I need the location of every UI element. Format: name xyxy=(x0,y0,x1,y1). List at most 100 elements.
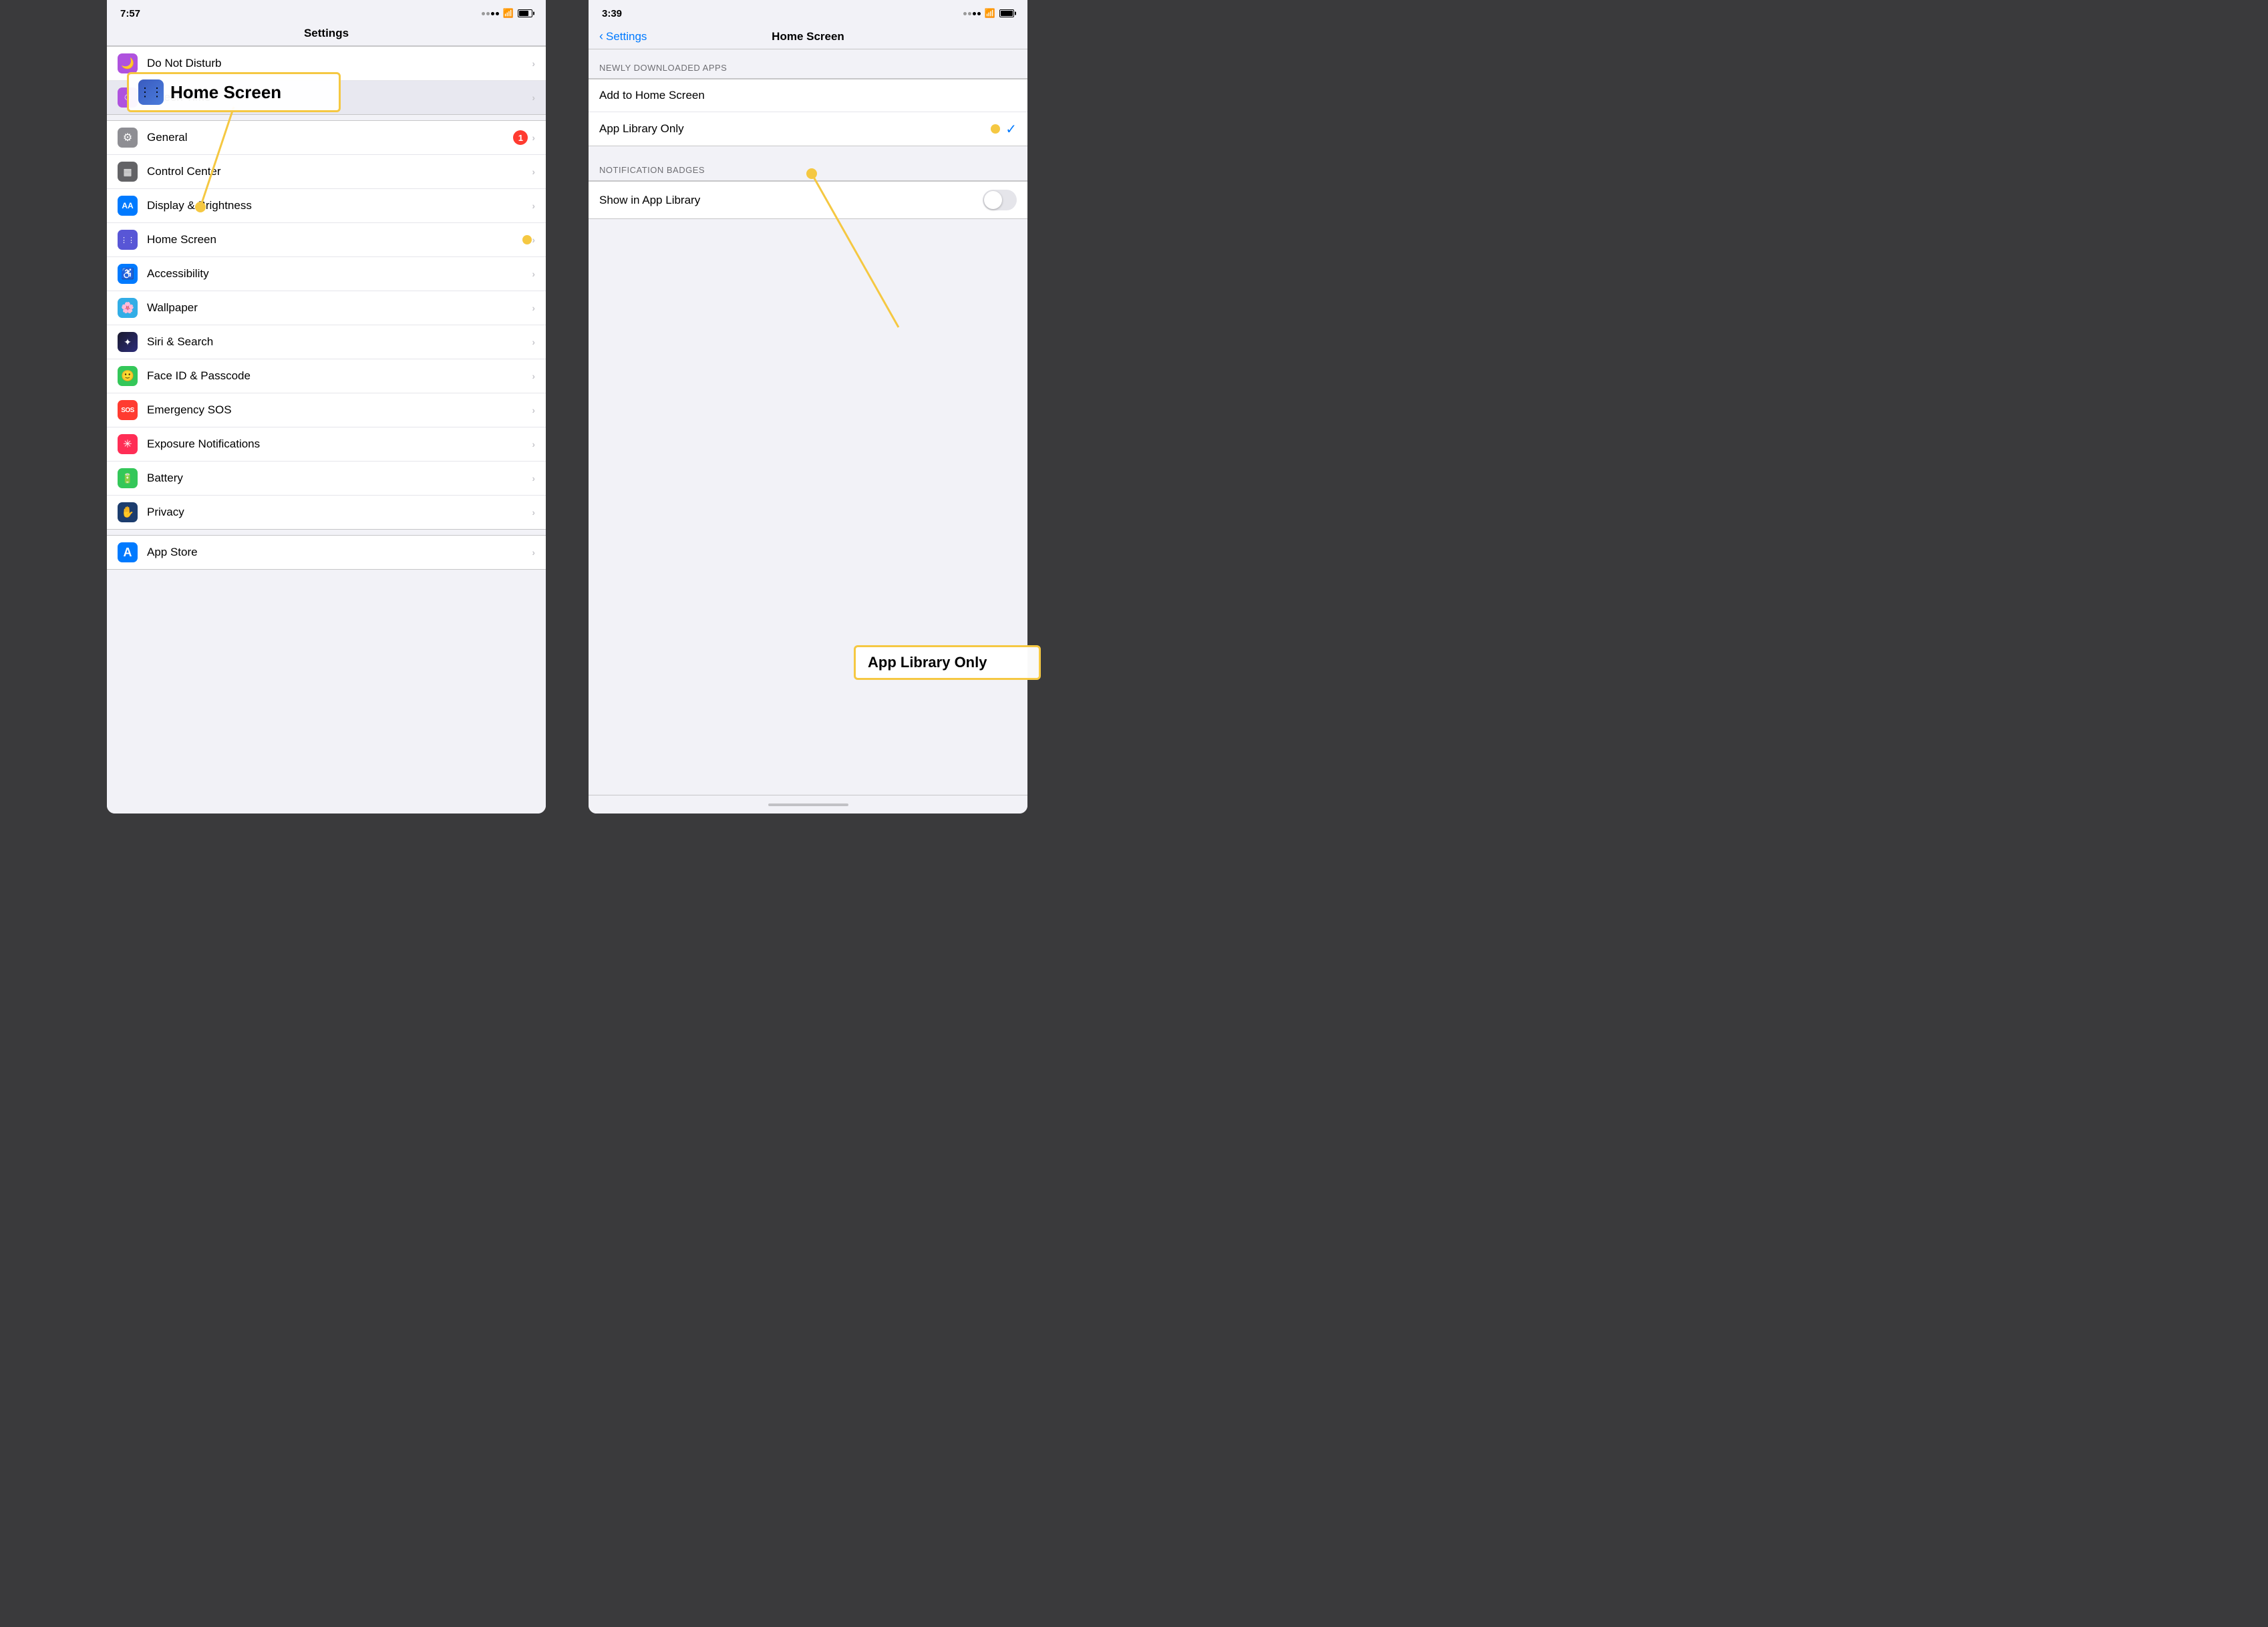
status-bar-right: 3:39 📶 xyxy=(589,0,1027,24)
face-id-label: Face ID & Passcode xyxy=(147,369,532,383)
dot1 xyxy=(482,12,485,15)
home-screen-icon: ⋮⋮ xyxy=(118,230,138,250)
right-content[interactable]: NEWLY DOWNLOADED APPS Add to Home Screen… xyxy=(589,49,1027,795)
row-privacy[interactable]: ✋ Privacy › xyxy=(107,496,546,529)
emergency-sos-label: Emergency SOS xyxy=(147,403,532,417)
row-home-screen[interactable]: ⋮⋮ Home Screen › xyxy=(107,223,546,257)
highlight-icon-home: ⋮⋮ xyxy=(138,79,164,105)
chevron-face-id: › xyxy=(532,371,535,381)
row-app-library-only[interactable]: App Library Only ✓ xyxy=(589,112,1027,146)
chevron-privacy: › xyxy=(532,507,535,518)
row-general[interactable]: ⚙ General 1 › xyxy=(107,121,546,155)
battery-fill-left xyxy=(519,11,528,16)
general-badge: 1 xyxy=(513,130,528,145)
row-wallpaper[interactable]: 🌸 Wallpaper › xyxy=(107,291,546,325)
chevron-accessibility: › xyxy=(532,268,535,279)
face-id-icon: 🙂 xyxy=(118,366,138,386)
settings-list[interactable]: 🌙 Do Not Disturb › ⏱ Screen Time › ⚙ Gen… xyxy=(107,46,546,814)
right-page-title: Home Screen xyxy=(772,30,844,43)
app-library-only-annotation: App Library Only xyxy=(854,645,1041,680)
dot3 xyxy=(491,12,494,15)
row-exposure-notifications[interactable]: ✳ Exposure Notifications › xyxy=(107,427,546,462)
section-notification-badges: Show in App Library xyxy=(589,180,1027,219)
do-not-disturb-icon: 🌙 xyxy=(118,53,138,73)
display-brightness-label: Display & Brightness xyxy=(147,199,532,212)
app-library-checkmark: ✓ xyxy=(1005,121,1017,138)
app-store-icon: A xyxy=(118,542,138,562)
right-phone-panel: 3:39 📶 ‹ Settings Home Screen xyxy=(589,0,1027,814)
wifi-icon-left: 📶 xyxy=(503,8,514,19)
row-battery[interactable]: 🔋 Battery › xyxy=(107,462,546,496)
privacy-label: Privacy xyxy=(147,506,532,519)
row-emergency-sos[interactable]: SOS Emergency SOS › xyxy=(107,393,546,427)
nav-back-label: Settings xyxy=(606,30,647,43)
show-in-app-library-label: Show in App Library xyxy=(599,194,983,207)
section-header-notification-badges: NOTIFICATION BADGES xyxy=(589,152,1027,180)
battery-label: Battery xyxy=(147,472,532,485)
app-library-only-label: App Library Only xyxy=(599,122,987,136)
chevron-control-center: › xyxy=(532,166,535,177)
section-bottom: A App Store › xyxy=(107,535,546,570)
dot4 xyxy=(496,12,499,15)
row-display-brightness[interactable]: AA Display & Brightness › xyxy=(107,189,546,223)
home-indicator-right xyxy=(768,803,848,806)
wifi-icon-right: 📶 xyxy=(985,8,995,19)
row-accessibility[interactable]: ♿ Accessibility › xyxy=(107,257,546,291)
rdot4 xyxy=(977,12,981,15)
home-screen-highlight-box: ⋮⋮ Home Screen xyxy=(127,72,341,112)
nav-bar-right: ‹ Settings Home Screen xyxy=(589,24,1027,49)
display-brightness-icon: AA xyxy=(118,196,138,216)
general-icon: ⚙ xyxy=(118,128,138,148)
rdot2 xyxy=(968,12,971,15)
app-library-dot-marker xyxy=(991,124,1000,134)
nav-title-left: Settings xyxy=(304,27,349,39)
row-add-to-home-screen[interactable]: Add to Home Screen xyxy=(589,79,1027,112)
row-app-store[interactable]: A App Store › xyxy=(107,536,546,569)
chevron-battery: › xyxy=(532,473,535,484)
nav-bar-left: Settings xyxy=(107,24,546,46)
home-screen-dot-marker xyxy=(522,235,532,244)
exposure-notifications-label: Exposure Notifications xyxy=(147,437,532,451)
accessibility-label: Accessibility xyxy=(147,267,532,281)
general-label: General xyxy=(147,131,513,144)
highlight-home-screen-text: Home Screen xyxy=(170,82,281,103)
do-not-disturb-label: Do Not Disturb xyxy=(147,57,532,70)
rdot1 xyxy=(963,12,967,15)
right-phone-wrapper: 3:39 📶 ‹ Settings Home Screen xyxy=(578,0,1081,814)
siri-search-label: Siri & Search xyxy=(147,335,532,349)
back-chevron-icon: ‹ xyxy=(599,29,603,43)
show-in-app-library-toggle[interactable] xyxy=(983,190,1017,210)
emergency-sos-icon: SOS xyxy=(118,400,138,420)
section-main: ⚙ General 1 › ▦ Control Center › AA Disp… xyxy=(107,120,546,530)
battery-icon-left xyxy=(518,9,532,17)
chevron-siri: › xyxy=(532,337,535,347)
chevron-app-store: › xyxy=(532,547,535,558)
row-control-center[interactable]: ▦ Control Center › xyxy=(107,155,546,189)
control-center-label: Control Center xyxy=(147,165,532,178)
row-face-id[interactable]: 🙂 Face ID & Passcode › xyxy=(107,359,546,393)
status-time-right: 3:39 xyxy=(602,8,622,19)
chevron-home-screen: › xyxy=(532,234,535,245)
chevron-wallpaper: › xyxy=(532,303,535,313)
toggle-thumb xyxy=(984,191,1002,209)
row-siri-search[interactable]: ✦ Siri & Search › xyxy=(107,325,546,359)
privacy-icon: ✋ xyxy=(118,502,138,522)
section-header-newly-downloaded: NEWLY DOWNLOADED APPS xyxy=(589,49,1027,78)
dot2 xyxy=(486,12,490,15)
chevron-general: › xyxy=(532,132,535,143)
wallpaper-label: Wallpaper xyxy=(147,301,532,315)
control-center-icon: ▦ xyxy=(118,162,138,182)
nav-back-button[interactable]: ‹ Settings xyxy=(599,29,647,43)
app-store-label: App Store xyxy=(147,546,532,559)
wallpaper-icon: 🌸 xyxy=(118,298,138,318)
chevron-do-not-disturb: › xyxy=(532,58,535,69)
battery-fill-right xyxy=(1001,11,1013,16)
signal-dots-right xyxy=(963,12,981,15)
battery-settings-icon: 🔋 xyxy=(118,468,138,488)
chevron-screen-time: › xyxy=(532,92,535,103)
status-icons-right: 📶 xyxy=(963,8,1014,19)
row-show-in-app-library[interactable]: Show in App Library xyxy=(589,181,1027,218)
signal-dots-left xyxy=(482,12,499,15)
left-phone-panel: 7:57 📶 Settings xyxy=(107,0,546,814)
home-screen-label: Home Screen xyxy=(147,233,518,246)
